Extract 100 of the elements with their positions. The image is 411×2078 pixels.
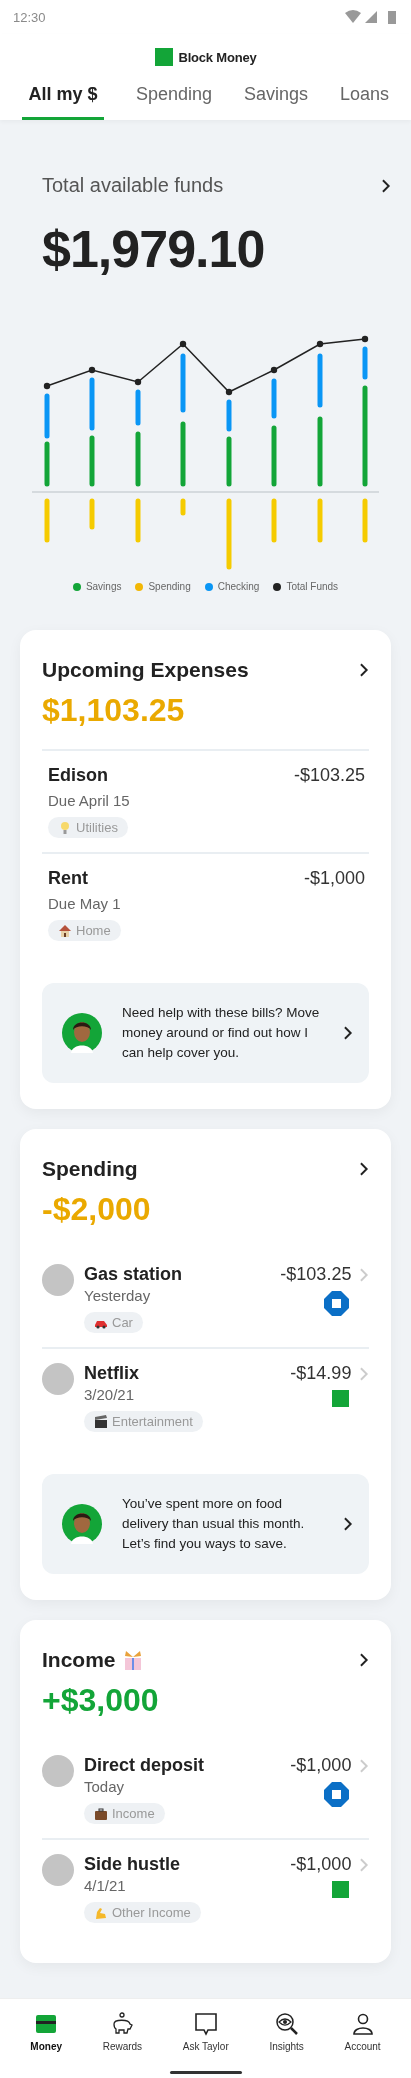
transaction-amount: -$1,000 bbox=[290, 1854, 352, 1875]
tab[interactable]: Savings bbox=[243, 76, 308, 120]
merchant-avatar bbox=[42, 1363, 74, 1395]
checking-bar bbox=[89, 377, 95, 431]
chevron-right-icon bbox=[359, 662, 369, 678]
merchant-avatar bbox=[42, 1755, 74, 1787]
data-point bbox=[134, 378, 142, 386]
nav-item[interactable]: Account bbox=[342, 2007, 383, 2056]
clapperboard-icon bbox=[94, 1414, 108, 1429]
nav-item[interactable]: Rewards bbox=[100, 2007, 145, 2056]
tab[interactable]: Loans bbox=[339, 76, 389, 120]
nav-item[interactable]: Ask Taylor bbox=[180, 2007, 231, 2056]
chevron-right-icon bbox=[359, 1266, 369, 1283]
transaction-name: Side hustle bbox=[84, 1854, 182, 1875]
section-title: Income bbox=[42, 1648, 116, 1672]
spending-bar bbox=[89, 498, 95, 530]
transaction-name: Gas station bbox=[84, 1264, 184, 1285]
data-point bbox=[270, 366, 278, 374]
nav-item[interactable]: Insights bbox=[267, 2007, 306, 2056]
assistant-tip-button[interactable]: Need help with these bills? Move money around or find out how I can help cover you. bbox=[42, 983, 369, 1083]
square-icon bbox=[332, 1390, 349, 1407]
spending-bar bbox=[362, 498, 368, 543]
chevron-right-icon bbox=[359, 1161, 369, 1177]
tip-text: You’ve spent more on food delivery than usual this month. Let’s find you ways to save. bbox=[122, 1495, 306, 1553]
savings-bar bbox=[135, 431, 141, 487]
section-amount: $1,103.25 bbox=[42, 692, 186, 729]
transaction-name: Direct deposit bbox=[84, 1755, 206, 1776]
transaction-date: 3/20/21 bbox=[84, 1386, 136, 1403]
transaction-date: 4/1/21 bbox=[84, 1877, 127, 1894]
assistant-tip-button[interactable]: You’ve spent more on food delivery than usual this month. Let’s find you ways to save. bbox=[42, 1474, 369, 1574]
avatar-icon bbox=[62, 1013, 102, 1053]
flexed-arm-icon bbox=[94, 1905, 108, 1920]
app-name: Block Money bbox=[178, 49, 257, 65]
checking-bar bbox=[180, 353, 186, 413]
spending-bar bbox=[317, 498, 323, 543]
checking-bar bbox=[226, 399, 232, 432]
chevron-right-icon bbox=[359, 1652, 369, 1668]
savings-bar bbox=[89, 435, 95, 487]
bulb-icon bbox=[58, 820, 72, 835]
merchant-avatar bbox=[42, 1264, 74, 1296]
data-point bbox=[316, 340, 324, 348]
checking-bar bbox=[44, 393, 50, 439]
chevron-right-icon bbox=[343, 1516, 353, 1532]
tab[interactable]: All my $ bbox=[22, 76, 104, 120]
merchant-avatar bbox=[42, 1854, 74, 1886]
checking-bar bbox=[271, 378, 277, 419]
spending-bar bbox=[135, 498, 141, 543]
section-amount: -$2,000 bbox=[42, 1191, 152, 1228]
savings-bar bbox=[271, 425, 277, 487]
section-title: Upcoming Expenses bbox=[42, 658, 249, 682]
avatar-icon bbox=[62, 1504, 102, 1544]
chevron-right-icon bbox=[359, 1365, 369, 1382]
section-chevron-button[interactable] bbox=[359, 1161, 369, 1177]
spending-bar bbox=[44, 498, 50, 543]
tab[interactable]: Spending bbox=[135, 76, 212, 120]
octagon-icon bbox=[324, 1291, 349, 1316]
checking-bar bbox=[362, 346, 368, 380]
speech-bubble-icon bbox=[192, 2011, 219, 2037]
section-title: Spending bbox=[42, 1157, 138, 1181]
expense-amount: -$1,000 bbox=[303, 868, 365, 889]
tag-label: Entertainment bbox=[112, 1414, 193, 1429]
magnifier-eye-icon bbox=[273, 2011, 300, 2037]
expense-amount: -$103.25 bbox=[293, 765, 365, 786]
chevron-right-icon bbox=[359, 1757, 369, 1774]
funds-title: Total available funds bbox=[42, 174, 224, 197]
section-chevron-button[interactable] bbox=[359, 1652, 369, 1668]
spending-bar bbox=[226, 498, 232, 570]
savings-bar bbox=[180, 421, 186, 487]
data-point bbox=[361, 335, 369, 343]
legend-label: Spending bbox=[148, 581, 191, 592]
funds-chevron-button[interactable] bbox=[381, 177, 391, 194]
transaction-amount: -$103.25 bbox=[280, 1264, 352, 1285]
tip-text: Need help with these bills? Move money around or find out how I can help cover you. bbox=[122, 1004, 321, 1062]
chevron-right-icon bbox=[381, 177, 391, 194]
transaction-amount: -$14.99 bbox=[290, 1363, 352, 1384]
square-icon bbox=[332, 1881, 349, 1898]
transaction-name: Netflix bbox=[84, 1363, 140, 1384]
due-date: Due May 1 bbox=[48, 895, 122, 912]
octagon-icon bbox=[324, 1782, 349, 1807]
section-chevron-button[interactable] bbox=[359, 662, 369, 678]
chevron-right-icon bbox=[359, 1856, 369, 1873]
nav-item[interactable]: Money bbox=[28, 2007, 64, 2056]
section-amount: +$3,000 bbox=[42, 1682, 160, 1719]
home-indicator bbox=[170, 2071, 242, 2074]
data-point bbox=[43, 382, 51, 390]
data-point bbox=[225, 388, 233, 396]
status-icons bbox=[345, 10, 397, 24]
funds-amount: $1,979.10 bbox=[42, 219, 266, 279]
legend-label: Total Funds bbox=[286, 581, 339, 592]
checking-bar bbox=[135, 389, 141, 426]
tag-label: Income bbox=[112, 1806, 155, 1821]
savings-bar bbox=[317, 416, 323, 487]
spending-bar bbox=[271, 498, 277, 543]
tag-label: Other Income bbox=[112, 1905, 191, 1920]
transaction-date: Today bbox=[84, 1778, 126, 1795]
briefcase-icon bbox=[94, 1806, 108, 1821]
savings-bar bbox=[44, 441, 50, 487]
spending-bar bbox=[180, 498, 186, 516]
chevron-right-icon bbox=[343, 1025, 353, 1041]
savings-bar bbox=[226, 436, 232, 487]
